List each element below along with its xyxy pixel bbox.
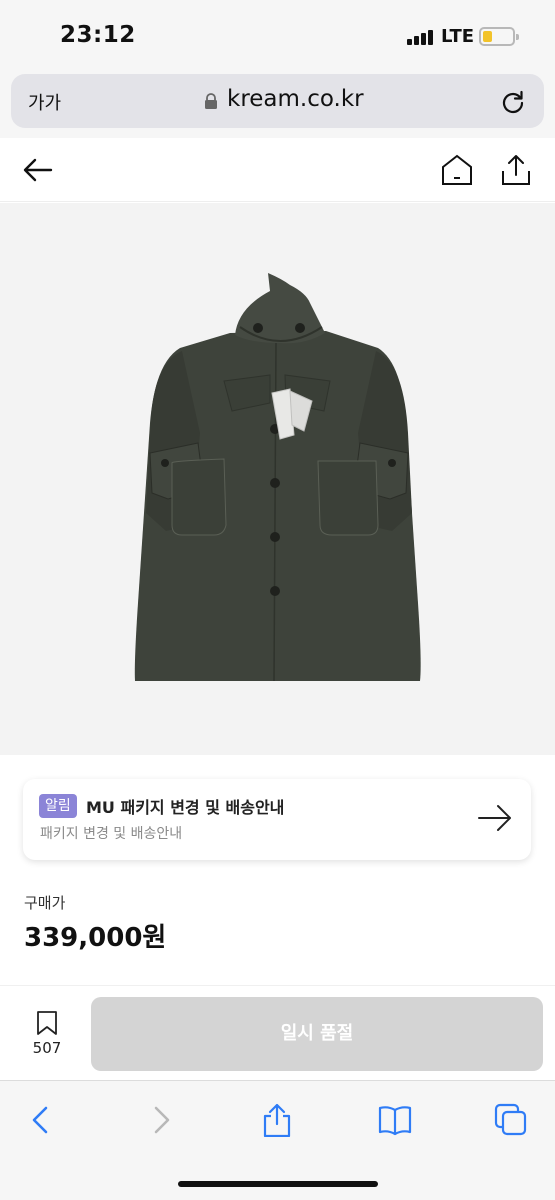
price-label: 구매가 <box>24 894 66 912</box>
home-indicator <box>178 1181 378 1187</box>
status-bar: 23:12 LTE <box>0 0 555 68</box>
notice-title: MU 패키지 변경 및 배송안내 <box>86 798 285 817</box>
product-image-area <box>0 203 555 755</box>
home-icon[interactable] <box>440 153 474 187</box>
network-type: LTE <box>441 26 475 47</box>
text-size-button[interactable]: 가가 <box>28 89 61 115</box>
reload-icon[interactable] <box>500 89 526 115</box>
bookmark-icon <box>37 1011 57 1035</box>
bookmark-count: 507 <box>32 1039 62 1057</box>
url-domain[interactable]: kream.co.kr <box>227 86 364 112</box>
tabs-icon[interactable] <box>494 1103 528 1137</box>
address-bar[interactable]: 가가 kream.co.kr <box>11 74 544 128</box>
browser-address-area: 가가 kream.co.kr <box>0 68 555 138</box>
arrow-right-icon[interactable] <box>477 803 513 833</box>
back-arrow-icon[interactable] <box>22 154 54 186</box>
browser-toolbar <box>0 1080 555 1200</box>
browser-back-icon[interactable] <box>24 1103 58 1137</box>
browser-share-icon[interactable] <box>260 1103 294 1137</box>
price-value: 339,000원 <box>24 923 167 953</box>
share-icon[interactable] <box>500 153 532 187</box>
lock-icon <box>205 93 217 109</box>
signal-icon <box>407 29 435 45</box>
status-time: 23:12 <box>60 22 136 48</box>
purchase-action-bar: 507 일시 품절 <box>0 985 555 1080</box>
browser-forward-icon[interactable] <box>144 1103 178 1137</box>
battery-icon <box>479 27 519 46</box>
notice-card[interactable]: 알림 MU 패키지 변경 및 배송안내 패키지 변경 및 배송안내 <box>23 779 531 860</box>
notice-subtitle: 패키지 변경 및 배송안내 <box>40 826 183 842</box>
app-header <box>0 138 555 202</box>
sold-out-button[interactable]: 일시 품절 <box>91 997 543 1071</box>
bookmark-button[interactable]: 507 <box>28 1010 66 1060</box>
bookmarks-book-icon[interactable] <box>378 1103 412 1137</box>
notice-badge: 알림 <box>39 794 77 818</box>
product-image-coat <box>134 273 421 682</box>
